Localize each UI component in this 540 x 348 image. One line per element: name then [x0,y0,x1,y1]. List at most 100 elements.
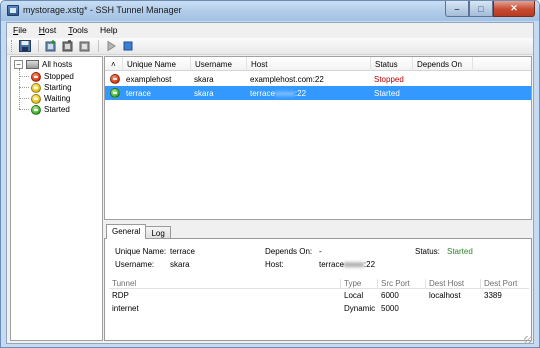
tunnel-type: Local [344,291,364,300]
detail-tabs: General Log [106,224,171,239]
column-username[interactable]: Username [191,57,247,71]
app-window: mystorage.xstg* - SSH Tunnel Manager – □… [0,0,540,348]
menu-file[interactable]: File [7,23,33,38]
column-dest-port[interactable]: Dest Port [481,279,529,289]
column-depends-on[interactable]: Depends On [413,57,473,71]
hosts-group-icon [26,60,39,69]
host-status-tree: − All hosts Stopped Starting Waiting Sta… [10,56,103,341]
status-value: Started [447,247,473,256]
window-title: mystorage.xstg* - SSH Tunnel Manager [23,5,182,15]
host-row-examplehost[interactable]: examplehost skara examplehost.com:22 Sto… [105,72,531,86]
started-status-icon [110,88,120,98]
host-unique-name: examplehost [126,75,172,84]
column-status[interactable]: Status [371,57,413,71]
tree-node-label: Stopped [44,72,74,81]
started-status-icon [31,104,41,115]
toolbar [7,38,533,55]
tree-node-label: Waiting [44,94,71,103]
title-bar[interactable]: mystorage.xstg* - SSH Tunnel Manager – □… [1,1,539,21]
edit-host-icon [62,40,72,52]
tunnel-row-rdp[interactable]: RDP Local 6000 localhost 3389 [109,290,529,302]
add-host-button[interactable] [43,39,58,54]
host-label: Host: [265,260,284,269]
app-icon [7,5,19,16]
close-button[interactable]: ✕ [493,1,535,17]
tunnel-src-port: 6000 [381,291,399,300]
unique-name-label: Unique Name: [115,247,167,256]
status-label: Status: [415,247,440,256]
host-value-redacted: xxxxx [343,260,364,269]
tree-node-starting[interactable]: Starting [19,82,72,93]
menu-tools[interactable]: Tools [62,23,94,38]
stop-icon [123,41,132,51]
tunnel-row-internet[interactable]: internet Dynamic 5000 [109,303,529,315]
host-value-suffix: :22 [363,260,376,269]
host-address-redacted: xxxxx [274,89,295,98]
menu-help[interactable]: Help [94,23,123,38]
stopped-status-icon [110,74,120,84]
window-controls: – □ ✕ [445,1,535,17]
toolbar-separator [98,40,99,52]
starting-status-icon [31,82,41,93]
tunnel-list: Tunnel Type Src Port Dest Host Dest Port… [109,278,529,338]
tree-node-stopped[interactable]: Stopped [19,71,74,82]
stop-button[interactable] [120,39,135,54]
delete-host-button[interactable] [77,39,92,54]
delete-host-icon [79,41,89,52]
tunnel-list-header: Tunnel Type Src Port Dest Host Dest Port [109,278,529,289]
host-unique-name: terrace [126,89,151,98]
host-address-suffix: :22 [294,89,307,98]
tunnel-type: Dynamic [344,304,376,313]
host-status: Started [374,89,400,98]
tree-collapse-toggle[interactable]: − [14,60,23,69]
tunnel-dest-host: localhost [429,291,461,300]
host-status: Stopped [374,75,404,84]
general-tab-panel: Unique Name: terrace Depends On: - Statu… [104,238,532,341]
tunnel-dest-port: 3389 [484,291,502,300]
menu-help-label: Help [100,25,118,35]
add-host-icon [45,40,55,52]
start-button[interactable] [103,39,118,54]
tree-node-started[interactable]: Started [19,104,70,115]
save-icon [18,40,31,52]
waiting-status-icon [31,93,41,104]
menu-bar: File Host Tools Help [7,23,533,38]
tree-root-all-hosts[interactable]: − All hosts [14,60,72,69]
host-value: terracexxxxx:22 [319,260,375,269]
host-address: examplehost.com:22 [250,75,324,84]
tab-general[interactable]: General [106,224,147,239]
host-username: skara [194,75,214,84]
resize-grip[interactable] [524,336,532,344]
column-host[interactable]: Host [247,57,371,71]
column-unique-name[interactable]: Unique Name [123,57,191,71]
menu-tools-label: ools [72,25,89,35]
menu-file-label: ile [18,25,27,35]
sort-indicator[interactable]: ˄ [105,57,123,71]
column-type[interactable]: Type [341,279,378,289]
menu-host-label: ost [44,25,57,35]
save-button[interactable] [17,39,32,54]
status-bar [7,336,533,344]
unique-name-value: terrace [170,247,195,256]
tunnel-name: internet [112,304,139,313]
start-icon [107,40,116,52]
menu-host[interactable]: Host [33,23,62,38]
toolbar-grip[interactable] [11,40,14,52]
toolbar-separator [38,40,39,52]
tree-node-label: Started [44,105,70,114]
column-tunnel[interactable]: Tunnel [109,279,341,289]
tree-node-waiting[interactable]: Waiting [18,93,71,104]
maximize-button[interactable]: □ [469,1,493,17]
host-details: General Log Unique Name: terrace Depends… [104,224,532,341]
column-src-port[interactable]: Src Port [378,279,426,289]
minimize-button[interactable]: – [445,1,469,17]
column-dest-host[interactable]: Dest Host [426,279,481,289]
stopped-status-icon [31,71,41,82]
username-value: skara [170,260,190,269]
depends-on-value: - [319,247,322,256]
host-username: skara [194,89,214,98]
host-row-terrace[interactable]: terrace skara terracexxxxx:22 Started [105,86,531,100]
edit-host-button[interactable] [60,39,75,54]
tunnel-src-port: 5000 [381,304,399,313]
host-address-prefix: terrace [250,89,275,98]
